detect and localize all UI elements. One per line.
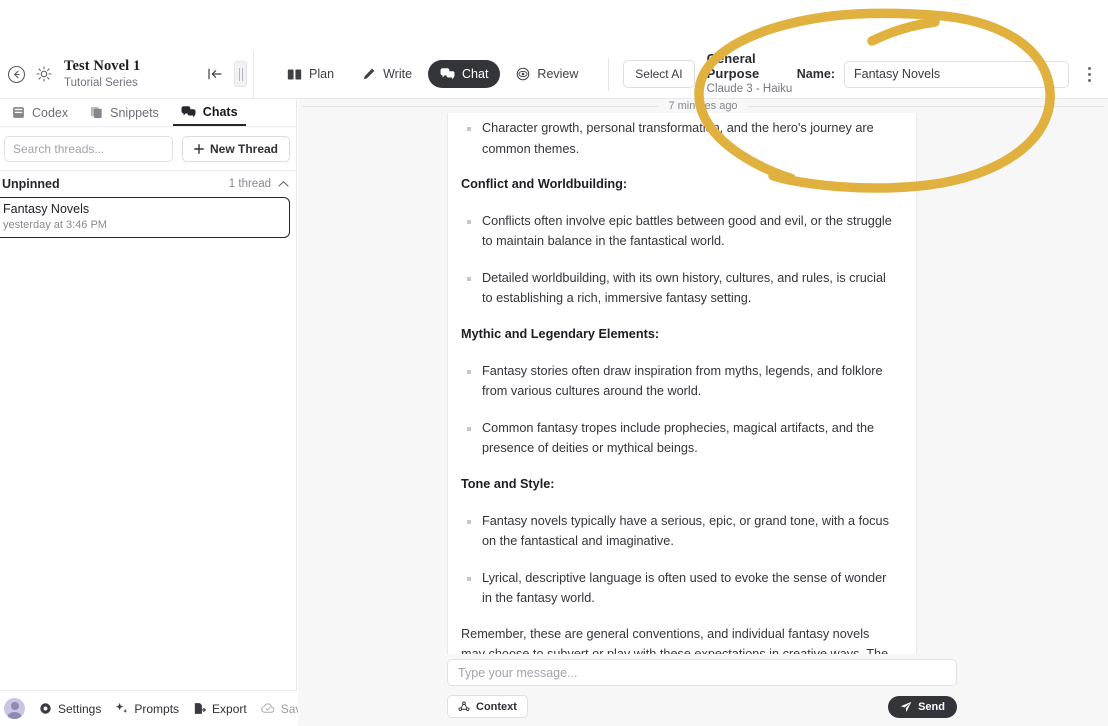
thread-item-name: Fantasy Novels (3, 202, 90, 216)
mode-tab-write[interactable]: Write (350, 60, 424, 88)
divider-line-left (302, 105, 659, 107)
mode-tab-write-label: Write (383, 67, 413, 81)
project-title: Test Novel 1 (64, 58, 141, 75)
message-heading: Mythic and Legendary Elements: (461, 327, 660, 342)
more-options-icon[interactable] (1076, 61, 1102, 87)
message-paragraph: Remember, these are general conventions,… (461, 626, 888, 654)
name-label: Name: (796, 67, 835, 81)
message-list-0: Character growth, personal transformatio… (461, 118, 892, 159)
footer-settings-label: Settings (58, 701, 102, 716)
avatar[interactable] (4, 698, 25, 719)
gear-icon (40, 703, 51, 714)
message-input[interactable]: Type your message... (447, 659, 957, 686)
footer-settings-button[interactable]: Settings (39, 702, 101, 716)
message-bullet: Conflicts often involve epic battles bet… (461, 211, 892, 252)
project-subtitle: Tutorial Series (64, 76, 138, 89)
cloud-check-icon (260, 703, 274, 713)
mode-tab-chat[interactable]: Chat (428, 60, 501, 88)
footer-export-label: Export (212, 701, 247, 716)
message-composer: Type your message... Context Send (447, 659, 957, 718)
gear-icon[interactable] (30, 60, 58, 88)
thread-item-time: yesterday at 3:46 PM (3, 218, 107, 231)
sparkles-icon (116, 702, 128, 713)
message-list-1: Conflicts often involve epic battles bet… (461, 211, 892, 309)
project-titles: Test Novel 1 Tutorial Series (64, 58, 141, 89)
thread-group-title: Unpinned (2, 177, 60, 191)
message-heading: Tone and Style: (461, 476, 555, 491)
sidebar: Codex Snippets Chats Search threads... N… (0, 99, 315, 726)
message-bullet: Common fantasy tropes include prophecies… (461, 418, 892, 459)
footer-export-button[interactable]: Export (193, 702, 247, 716)
toolbar-divider (608, 57, 610, 91)
context-graph-icon (458, 701, 470, 711)
file-export-icon (194, 703, 206, 714)
message-bullet: Fantasy novels typically have a serious,… (461, 511, 892, 552)
panel-drag-handle-icon[interactable] (234, 61, 248, 87)
message-bullet: Fantasy stories often draw inspiration f… (461, 361, 892, 402)
app-window: Test Novel 1 Tutorial Series Plan Write … (0, 0, 1108, 726)
ai-profile-model: Claude 3 - Haiku (706, 82, 793, 95)
collapse-left-icon[interactable] (201, 60, 229, 88)
back-arrow-icon[interactable] (2, 60, 30, 88)
mode-tab-review[interactable]: Review (504, 60, 590, 88)
select-ai-button[interactable]: Select AI (623, 60, 695, 88)
footer-prompts-button[interactable]: Prompts (115, 702, 179, 716)
sidebar-footer: Settings Prompts Export (0, 690, 315, 726)
search-input[interactable]: Search threads... (4, 136, 173, 162)
top-bar-project-section: Test Novel 1 Tutorial Series (0, 49, 255, 99)
sidebar-tab-codex-label: Codex (32, 105, 69, 120)
new-thread-button[interactable]: New Thread (181, 136, 290, 162)
composer-controls: Context Send (447, 695, 957, 718)
sidebar-tab-snippets-label: Snippets (110, 105, 159, 120)
list-item[interactable]: Fantasy Novels yesterday at 3:46 PM (0, 197, 290, 238)
message-list-3: Fantasy novels typically have a serious,… (461, 511, 892, 609)
message-timestamp-divider: 7 minutes ago (298, 98, 1108, 114)
sidebar-tab-chats[interactable]: Chats (172, 99, 246, 126)
mode-tab-review-label: Review (537, 67, 579, 81)
assistant-message-bubble: Character growth, personal transformatio… (447, 113, 917, 654)
message-bullet: Lyrical, descriptive language is often u… (461, 568, 892, 609)
new-thread-label: New Thread (209, 142, 278, 156)
name-input[interactable]: Fantasy Novels (844, 60, 1069, 88)
mode-tabs: Plan Write Chat Review (254, 60, 590, 88)
mode-tab-chat-label: Chat (462, 67, 489, 81)
message-bullet: Detailed worldbuilding, with its own his… (461, 268, 892, 309)
message-list-2: Fantasy stories often draw inspiration f… (461, 361, 892, 459)
send-label: Send (918, 700, 945, 713)
context-label: Context (476, 700, 517, 713)
sidebar-tab-snippets[interactable]: Snippets (82, 99, 167, 126)
mode-tab-plan-label: Plan (309, 67, 335, 81)
chat-main: 7 minutes ago Character growth, personal… (298, 99, 1108, 726)
sidebar-tab-codex[interactable]: Codex (4, 99, 76, 126)
thread-group-count: 1 thread (228, 178, 271, 190)
chevron-up-icon[interactable] (278, 180, 289, 188)
plus-icon (194, 144, 204, 154)
message-timestamp: 7 minutes ago (668, 100, 738, 112)
footer-prompts-label: Prompts (134, 701, 180, 716)
sidebar-tab-chats-label: Chats (202, 104, 238, 119)
sidebar-search-row: Search threads... New Thread (0, 127, 296, 170)
message-heading: Conflict and Worldbuilding: (461, 177, 628, 192)
context-button[interactable]: Context (447, 695, 528, 718)
message-bullet: Character growth, personal transformatio… (461, 118, 892, 159)
message-scroll-region[interactable]: Character growth, personal transformatio… (447, 113, 917, 654)
send-button[interactable]: Send (888, 695, 957, 718)
paper-plane-icon (900, 701, 912, 712)
thread-name-section: Name: Fantasy Novels (796, 60, 1108, 88)
ai-profile: General Purpose Claude 3 - Haiku (706, 50, 797, 96)
sidebar-tabs: Codex Snippets Chats (0, 99, 296, 127)
thread-group-header[interactable]: Unpinned 1 thread (0, 170, 296, 197)
top-bar: Test Novel 1 Tutorial Series Plan Write … (0, 49, 1108, 99)
divider-line-right (747, 105, 1105, 107)
mode-tab-plan[interactable]: Plan (275, 60, 346, 88)
ai-profile-name: General Purpose (706, 50, 760, 81)
